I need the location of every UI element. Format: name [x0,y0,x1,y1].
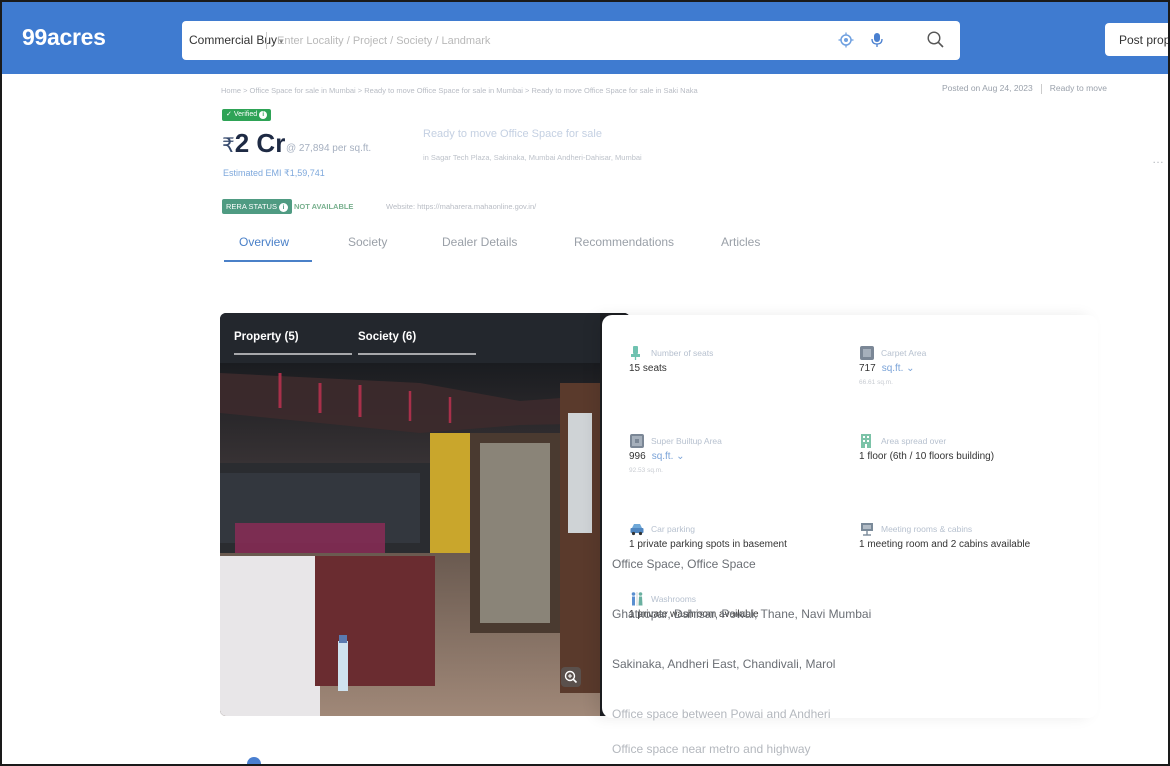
gallery-tab-society[interactable]: Society (6) [358,331,416,343]
rera-label: RERA STATUS [226,202,277,211]
search-bar: Commercial Buy ▾ [182,21,977,60]
rera-status-badge: RERA STATUS i [222,199,292,214]
office-interior-photo[interactable] [220,313,630,716]
background-text: Ghatkopar, Dahisar, Powai, Thane, Navi M… [612,607,872,621]
currency-symbol: ₹ [222,135,235,157]
gps-locate-icon[interactable] [838,32,854,48]
background-text: Office space between Powai and Andheri [612,707,831,721]
building-icon [861,434,871,448]
feature-label: Washrooms [651,594,697,604]
feature-label: Number of seats [651,348,714,358]
feature-value: 15 seats [629,363,667,374]
gallery-tab-property[interactable]: Property (5) [234,331,299,343]
property-title: Ready to move Office Space for sale [423,128,602,140]
feature-label: Carpet Area [881,348,927,358]
feature-value-number: 717 [859,363,876,374]
tab-overview[interactable]: Overview [239,235,289,249]
search-icon[interactable] [926,30,945,49]
background-text: Office space near metro and highway [612,742,811,756]
price-per-sqft: @ 27,894 per sq.ft. [286,143,372,154]
feature-value: 717 sq.ft. ⌄ [859,363,915,374]
gallery-tab-property-underline [234,353,352,355]
background-text: Office Space, Office Space [612,557,756,571]
feature-sub-value: 66.61 sq.m. [859,379,893,386]
rera-status-value: NOT AVAILABLE [294,202,354,211]
tab-society[interactable]: Society [348,235,387,249]
verified-badge: ✓ Verified i [222,109,272,121]
feature-value: 1 private parking spots in basement [629,539,787,550]
rera-website-link[interactable]: Website: https://maharera.mahaonline.gov… [386,202,536,211]
feature-sub-value: 92.53 sq.m. [629,467,663,474]
search-divider [266,32,267,49]
post-property-button[interactable]: Post property [1105,23,1168,56]
tab-articles[interactable]: Articles [721,235,760,249]
zoom-button[interactable] [561,667,581,687]
site-logo[interactable]: 99acres [22,24,106,51]
active-tab-indicator [224,260,312,262]
unit-dropdown[interactable]: sq.ft. ⌄ [652,451,685,462]
washroom-icon [631,592,643,606]
feature-label: Meeting rooms & cabins [881,524,973,534]
posted-date: Posted on Aug 24, 2023 [942,83,1033,93]
feature-label: Super Builtup Area [651,436,722,446]
seat-icon [631,346,640,360]
info-icon[interactable]: i [259,111,268,119]
photo-gallery[interactable]: Property (5) Society (6) [220,313,630,716]
feature-value-number: 996 [629,451,646,462]
section-tabs: Overview Society Dealer Details Recommen… [222,232,782,266]
posted-status: Ready to move [1049,83,1107,93]
info-icon[interactable]: i [278,203,288,212]
page-frame: 99acres Commercial Buy ▾ Enter Locality … [0,0,1170,766]
background-text: … [1152,152,1164,166]
background-text: Sakinaka, Andheri East, Chandivali, Maro… [612,657,836,671]
feature-label: Area spread over [881,436,947,446]
top-header: 99acres Commercial Buy ▾ Enter Locality … [2,2,1168,74]
estimated-emi-link[interactable]: Estimated EMI ₹1,59,741 [223,168,325,179]
feature-value: 996 sq.ft. ⌄ [629,451,685,462]
microphone-icon[interactable] [870,32,884,48]
progress-dot [247,757,261,764]
unit-dropdown[interactable]: sq.ft. ⌄ [882,363,915,374]
search-type-dropdown[interactable]: Commercial Buy ▾ [189,33,284,47]
posted-separator [1040,83,1042,94]
verified-label: Verified [233,111,258,118]
posted-info: Posted on Aug 24, 2023 Ready to move [942,83,1107,94]
price-value: 2 Cr [234,128,286,158]
breadcrumb[interactable]: Home > Office Space for sale in Mumbai >… [221,86,698,95]
search-type-label: Commercial Buy [189,33,278,47]
meeting-room-icon [861,523,873,536]
car-icon [630,524,644,536]
carpet-area-icon [860,346,874,360]
tab-recommendations[interactable]: Recommendations [574,235,674,249]
price: ₹2 Cr [222,128,285,159]
feature-value: 1 floor (6th / 10 floors building) [859,451,995,462]
super-builtup-icon [630,434,644,448]
zoom-icon [564,670,578,684]
tab-dealer-details[interactable]: Dealer Details [442,235,517,249]
feature-value: 1 meeting room and 2 cabins available [859,539,1031,550]
gallery-tab-society-underline [358,353,476,355]
property-location: in Sagar Tech Plaza, Sakinaka, Mumbai An… [423,153,642,162]
feature-label: Car parking [651,524,695,534]
